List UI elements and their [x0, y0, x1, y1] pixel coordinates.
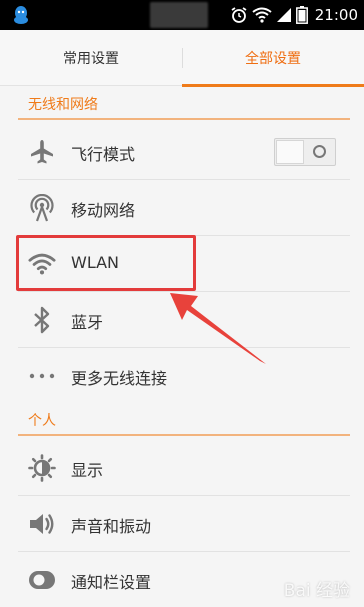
alarm-icon: [231, 7, 247, 23]
qq-icon: [14, 6, 28, 24]
arrow-annotation: [170, 293, 266, 364]
signal-icon: [276, 8, 291, 22]
battery-icon: [295, 6, 308, 24]
blurred-area: [150, 2, 208, 28]
wifi-icon: [252, 7, 272, 23]
watermark: Bai 经验: [283, 581, 350, 601]
status-bar: 21:00: [0, 0, 364, 30]
status-time: 21:00: [314, 6, 358, 24]
settings-panel: 常用设置 全部设置 无线和网络 飞行模式 移动网络 WLAN 蓝牙 更多无线连接…: [0, 30, 364, 607]
